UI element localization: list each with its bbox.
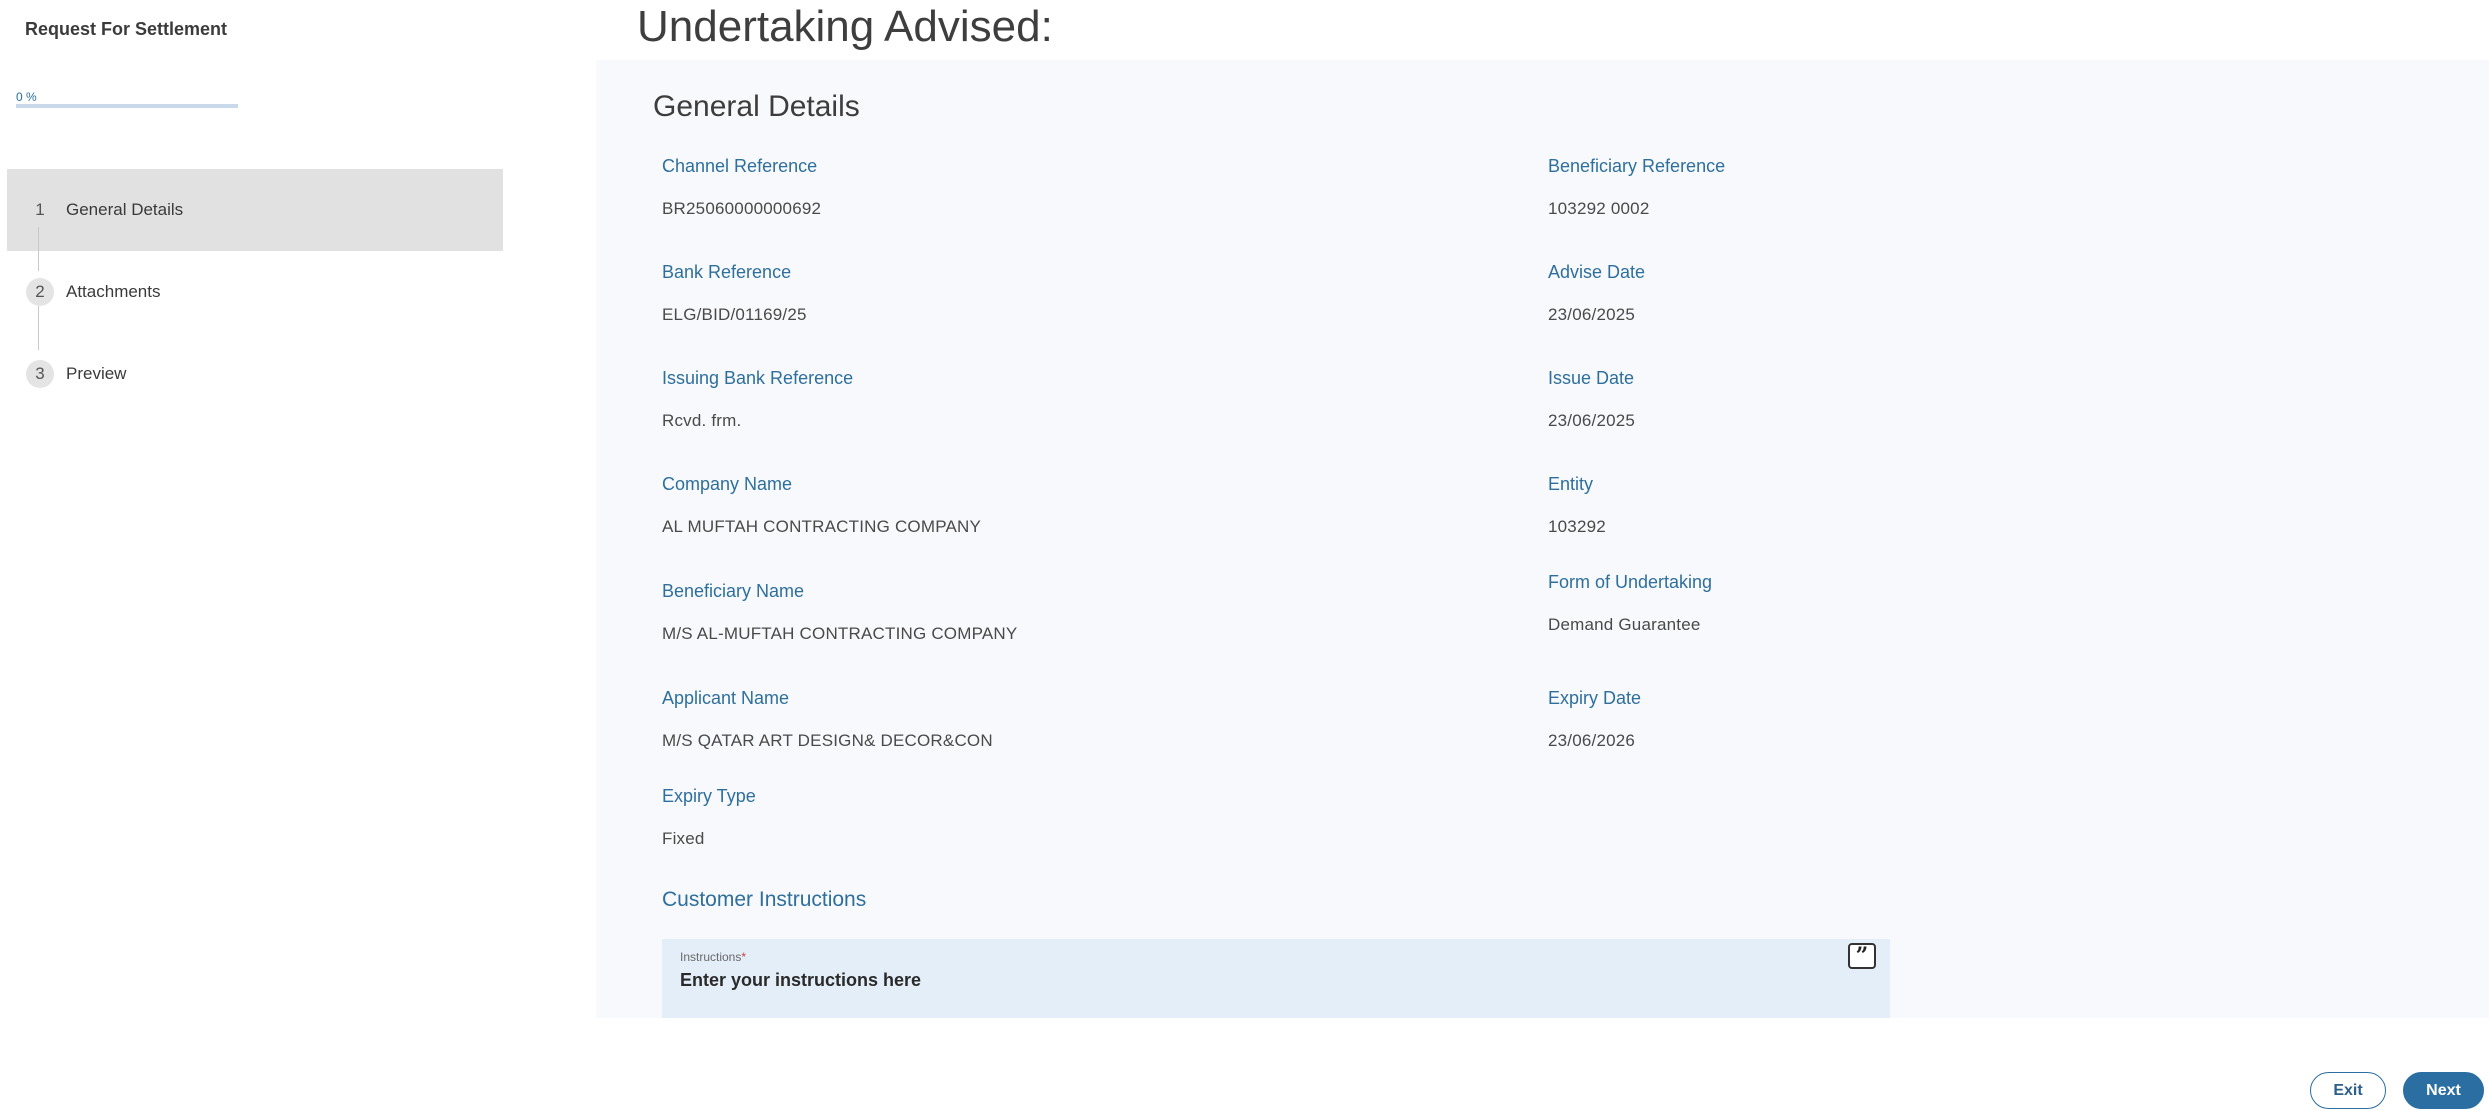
page-title: Undertaking Advised: [637,2,1053,51]
step-number: 1 [35,200,45,219]
customer-instructions-heading: Customer Instructions [662,888,867,911]
step-connector [38,227,39,271]
field-label: Expiry Type [662,786,756,806]
field-label: Company Name [662,474,793,494]
step-preview[interactable]: 3 Preview [7,333,503,415]
instructions-placeholder: Enter your instructions here [680,970,922,990]
field-label: Form of Undertaking [1548,572,1713,592]
step-general-details[interactable]: 1 General Details [7,169,503,271]
field-value: Demand Guarantee [1548,615,1701,634]
progress-label: 0 % [16,90,37,104]
issue-date-field: Issue Date 23/06/2025 [1548,368,1635,431]
step-number: 3 [26,360,54,388]
issuing-bank-reference-field: Issuing Bank Reference Rcvd. frm. [662,368,853,431]
field-label: Beneficiary Reference [1548,156,1726,176]
sidebar-title: Request For Settlement [25,19,228,39]
field-value: Fixed [662,829,705,848]
field-value: M/S AL-MUFTAH CONTRACTING COMPANY [662,624,1018,643]
step-list: 1 General Details 2 Attachments 3 Previe… [7,169,503,415]
field-label: Beneficiary Name [662,581,805,601]
field-value: M/S QATAR ART DESIGN& DECOR&CON [662,731,993,750]
step-label: General Details [66,200,184,219]
instructions-label-text: Instructions [680,950,742,964]
field-value: 23/06/2025 [1548,305,1636,324]
beneficiary-reference-field: Beneficiary Reference 103292 0002 [1548,156,1725,219]
step-connector [38,306,39,350]
next-button[interactable]: Next [2403,1072,2484,1109]
field-value: 103292 [1548,517,1606,536]
expiry-type-field: Expiry Type Fixed [662,786,756,849]
step-label: Attachments [66,282,161,301]
sidebar: Request For Settlement 0 % 1 General Det… [0,0,510,1110]
progress-bar [16,104,238,108]
field-label: Advise Date [1548,262,1646,282]
field-value: 23/06/2026 [1548,731,1636,750]
field-value: ELG/BID/01169/25 [662,305,807,324]
field-label: Applicant Name [662,688,790,708]
exit-button[interactable]: Exit [2310,1072,2386,1109]
field-label: Issue Date [1548,368,1635,388]
field-value: Rcvd. frm. [662,411,742,430]
advise-date-field: Advise Date 23/06/2025 [1548,262,1645,325]
field-label: Entity [1548,474,1594,494]
instructions-label: Instructions* [680,950,746,964]
field-value: AL MUFTAH CONTRACTING COMPANY [662,517,982,536]
form-of-undertaking-field: Form of Undertaking Demand Guarantee [1548,572,1712,635]
general-details-panel [596,60,2489,1018]
required-marker: * [741,950,747,964]
bank-reference-field: Bank Reference ELG/BID/01169/25 [662,262,807,325]
field-value: 103292 0002 [1548,199,1650,218]
field-value: BR25060000000692 [662,199,822,218]
field-label: Bank Reference [662,262,792,282]
applicant-name-field: Applicant Name M/S QATAR ART DESIGN& DEC… [662,688,993,751]
field-label: Expiry Date [1548,688,1642,708]
beneficiary-name-field: Beneficiary Name M/S AL-MUFTAH CONTRACTI… [662,581,1017,644]
quote-icon[interactable]: ” [1848,943,1876,969]
field-label: Issuing Bank Reference [662,368,854,388]
channel-reference-field: Channel Reference BR25060000000692 [662,156,821,219]
company-name-field: Company Name AL MUFTAH CONTRACTING COMPA… [662,474,981,537]
step-label: Preview [66,364,127,383]
step-number: 2 [26,278,54,306]
step-attachments[interactable]: 2 Attachments [7,251,503,350]
section-title: General Details [653,90,860,123]
field-label: Channel Reference [662,156,818,176]
instructions-textarea[interactable]: Instructions* Enter your instructions he… [662,939,1890,1018]
field-value: 23/06/2025 [1548,411,1636,430]
entity-field: Entity 103292 [1548,474,1606,537]
expiry-date-field: Expiry Date 23/06/2026 [1548,688,1641,751]
